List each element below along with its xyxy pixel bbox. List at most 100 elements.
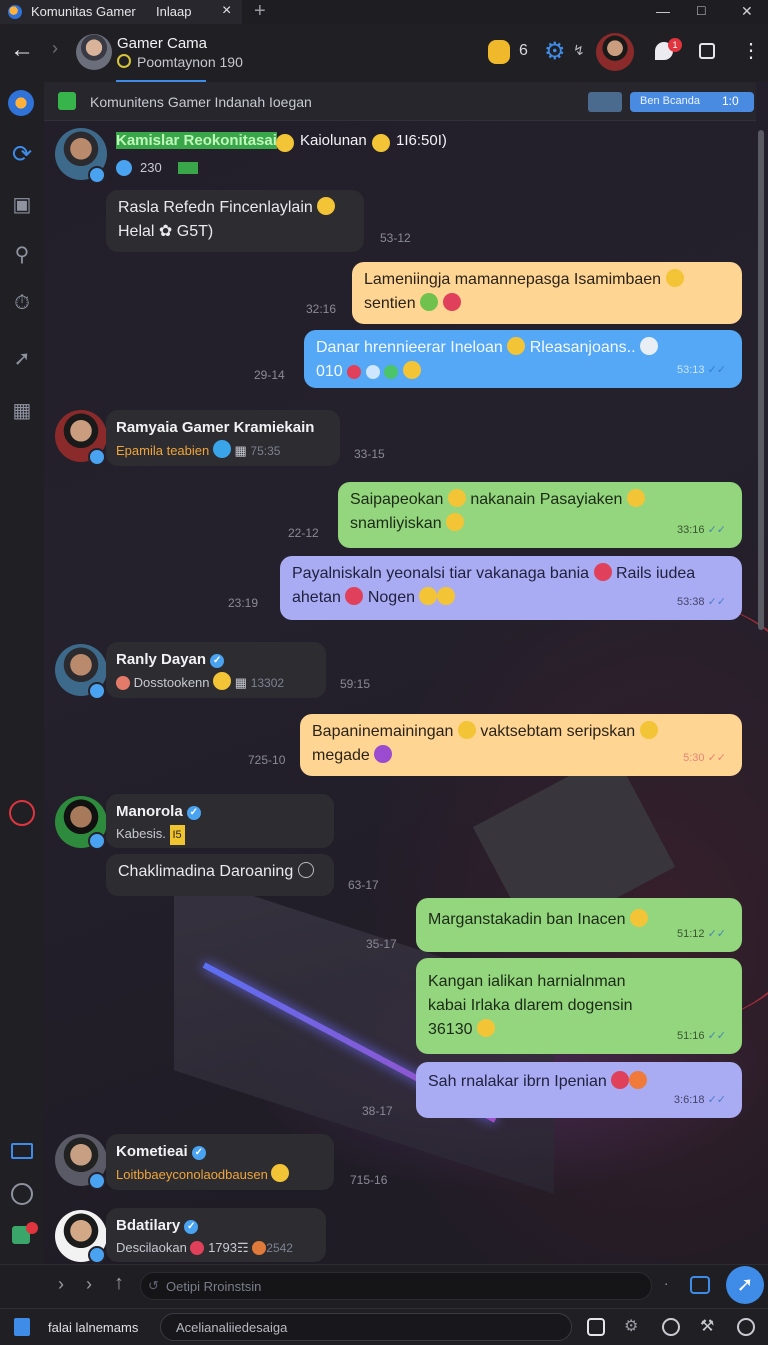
sender-status: Descilaokan (116, 1240, 187, 1255)
incoming-message-header[interactable]: Ramyaia Gamer Kramiekain Epamila teabien… (106, 410, 340, 466)
sidebar-alert-icon[interactable] (9, 800, 35, 826)
emoji-icon (271, 1164, 290, 1182)
forward-chevron-icon[interactable]: › (52, 38, 58, 59)
emoji-icon (629, 1071, 648, 1089)
chevron-right-icon[interactable]: › (86, 1274, 92, 1295)
verified-icon: ✓ (210, 654, 225, 668)
message-time-inner: 51:12 ✓✓ (676, 928, 726, 940)
close-circle-icon[interactable] (737, 1318, 755, 1336)
emoji-icon (442, 293, 461, 311)
tab-close-icon[interactable]: × (222, 2, 231, 20)
outgoing-message[interactable]: Saipapeokan nakanain Pasayiaken snamliyi… (338, 482, 742, 548)
verified-badge-icon (88, 832, 106, 850)
minimize-button[interactable]: — (656, 3, 670, 19)
sender-meta: 1793☶ (208, 1240, 249, 1255)
emoji-icon (212, 440, 231, 458)
sidebar-timer-icon[interactable]: ⏱ (9, 290, 35, 316)
message-text-tail: Rleasanjoans.. (529, 339, 636, 356)
message-text: Danar hrennieerar Ineloan (316, 339, 503, 356)
settings-icon[interactable]: ⚙ (624, 1316, 638, 1336)
outgoing-message[interactable]: Sah rnalakar ibrn Ipenian 3:6:18 ✓✓ (416, 1062, 742, 1118)
emoji-icon (384, 365, 399, 379)
message-time: 59:15 (340, 677, 371, 691)
status-icon (117, 54, 131, 68)
sidebar-search-icon[interactable]: ⚲ (9, 242, 35, 268)
emoji-icon (116, 676, 130, 690)
incoming-message-header[interactable]: Ranly Dayan ✓ Dosstookenn ▦ 13302 (106, 642, 326, 698)
gear-icon[interactable]: ⚙ (544, 37, 566, 66)
verified-badge-icon (88, 1246, 106, 1264)
sender-status: Loitbbaeyconolaodbausen (116, 1167, 268, 1182)
sticker-icon[interactable] (690, 1276, 710, 1294)
message-time: 53-12 (380, 231, 411, 245)
emoji-icon (372, 134, 390, 152)
level-icon (116, 160, 132, 176)
avatar[interactable] (76, 34, 112, 70)
bolt-icon[interactable]: ↯ (573, 42, 585, 59)
outgoing-message[interactable]: Kangan ialikan harnialnman kabai Irlaka … (416, 958, 742, 1054)
outgoing-message[interactable]: Danar hrennieerar Ineloan Rleasanjoans..… (304, 330, 742, 388)
message-time: 725-10 (248, 753, 286, 767)
emoji-icon (213, 672, 232, 690)
sidebar-chat-icon[interactable]: ⟳ (9, 142, 35, 168)
message-time-inner: 5:30 ✓✓ (683, 752, 726, 764)
sidebar-home-icon[interactable] (8, 90, 34, 116)
message-text-mid: Nogen (367, 589, 415, 606)
outgoing-message[interactable]: Lameniingja mamannepasga Isamimbaen sent… (352, 262, 742, 324)
sender-name: Ranly Dayan (116, 651, 207, 668)
sender-meta: 13302 (250, 676, 285, 690)
sender-name: Bdatilary (116, 1217, 181, 1234)
sidebar-window-icon[interactable]: ▣ (9, 192, 35, 218)
sidebar-app-badge (26, 1222, 38, 1234)
sidebar-screen-icon[interactable] (11, 1143, 33, 1159)
clock-icon (297, 862, 314, 878)
sidebar-up-icon[interactable] (11, 1183, 33, 1205)
message-header[interactable]: Kamislar Reokonitasai Kaiolunan 1I6:50I)… (110, 124, 470, 184)
message-time-inner: 53:13 ✓✓ (676, 364, 726, 376)
banner-label: Komunitens Gamer Indanah Ioegan (90, 94, 312, 110)
outgoing-message[interactable]: Bapaninemainingan vaktsebtam seripskan m… (300, 714, 742, 776)
tab-title[interactable]: Komunitas Gamer (31, 4, 136, 19)
sender-status: Dosstookenn (133, 675, 210, 690)
info-icon[interactable] (662, 1318, 680, 1336)
send-button[interactable]: ➚ (726, 1266, 764, 1304)
sender-name: Ramyaia Gamer Kramiekain (116, 419, 315, 436)
chevron-right-icon[interactable]: › (58, 1274, 64, 1295)
incoming-message[interactable]: Rasla Refedn Fincenlaylain Helal ✿ G5T) (106, 190, 364, 252)
sidebar-pin-icon[interactable]: ➚ (9, 346, 35, 372)
outgoing-message[interactable]: Marganstakadin ban Inacen 51:12 ✓✓ (416, 898, 742, 952)
message-icon[interactable] (587, 1318, 605, 1336)
message-text: Bapaninemainingan (312, 723, 454, 740)
coin-icon[interactable] (488, 40, 510, 64)
sender-meta: 1I6:50I) (396, 132, 447, 149)
incoming-message-header[interactable]: Manorola ✓ Kabesis. I5 (106, 794, 334, 848)
close-window-button[interactable]: ✕ (741, 3, 753, 20)
new-tab-button[interactable]: + (254, 0, 266, 23)
attach-icon[interactable]: ↑ (114, 1272, 124, 1295)
more-icon[interactable]: ⋮ (741, 38, 761, 63)
emoji-icon (347, 365, 362, 379)
taskbar-search-text: Acelianaliiedesaiga (176, 1320, 288, 1335)
verified-badge-icon (88, 448, 106, 466)
sender-meta: I5 (169, 825, 185, 845)
emoji-icon (629, 909, 648, 927)
sender-status: Epamila teabien (116, 443, 210, 458)
back-arrow-icon[interactable]: ← (10, 36, 34, 64)
scrollbar-thumb[interactable] (758, 130, 764, 630)
profile-avatar[interactable] (596, 33, 634, 71)
maximize-button[interactable]: □ (697, 2, 705, 18)
banner-level: 1:0 (722, 94, 739, 108)
tab-title-secondary[interactable]: Inlaap (156, 4, 191, 19)
sidebar-grid-icon[interactable]: ▦ (9, 398, 35, 424)
window-icon[interactable] (699, 43, 715, 59)
coin-count: 6 (519, 42, 528, 59)
taskbar-app-label[interactable]: falai lalnemams (48, 1320, 138, 1335)
file-icon[interactable] (14, 1318, 30, 1336)
incoming-message-header[interactable]: Kometieai ✓ Loitbbaeyconolaodbausen (106, 1134, 334, 1190)
incoming-message-header[interactable]: Bdatilary ✓ Descilaokan 1793☶ 2542 (106, 1208, 326, 1262)
incoming-message[interactable]: Chaklimadina Daroaning (106, 854, 334, 896)
outgoing-message[interactable]: Payalniskaln yeonalsi tiar vakanaga bani… (280, 556, 742, 620)
tools-icon[interactable]: ⚒ (700, 1316, 714, 1336)
message-time-inner: 33:16 ✓✓ (676, 524, 726, 536)
banner-thumbnail[interactable] (588, 92, 622, 112)
